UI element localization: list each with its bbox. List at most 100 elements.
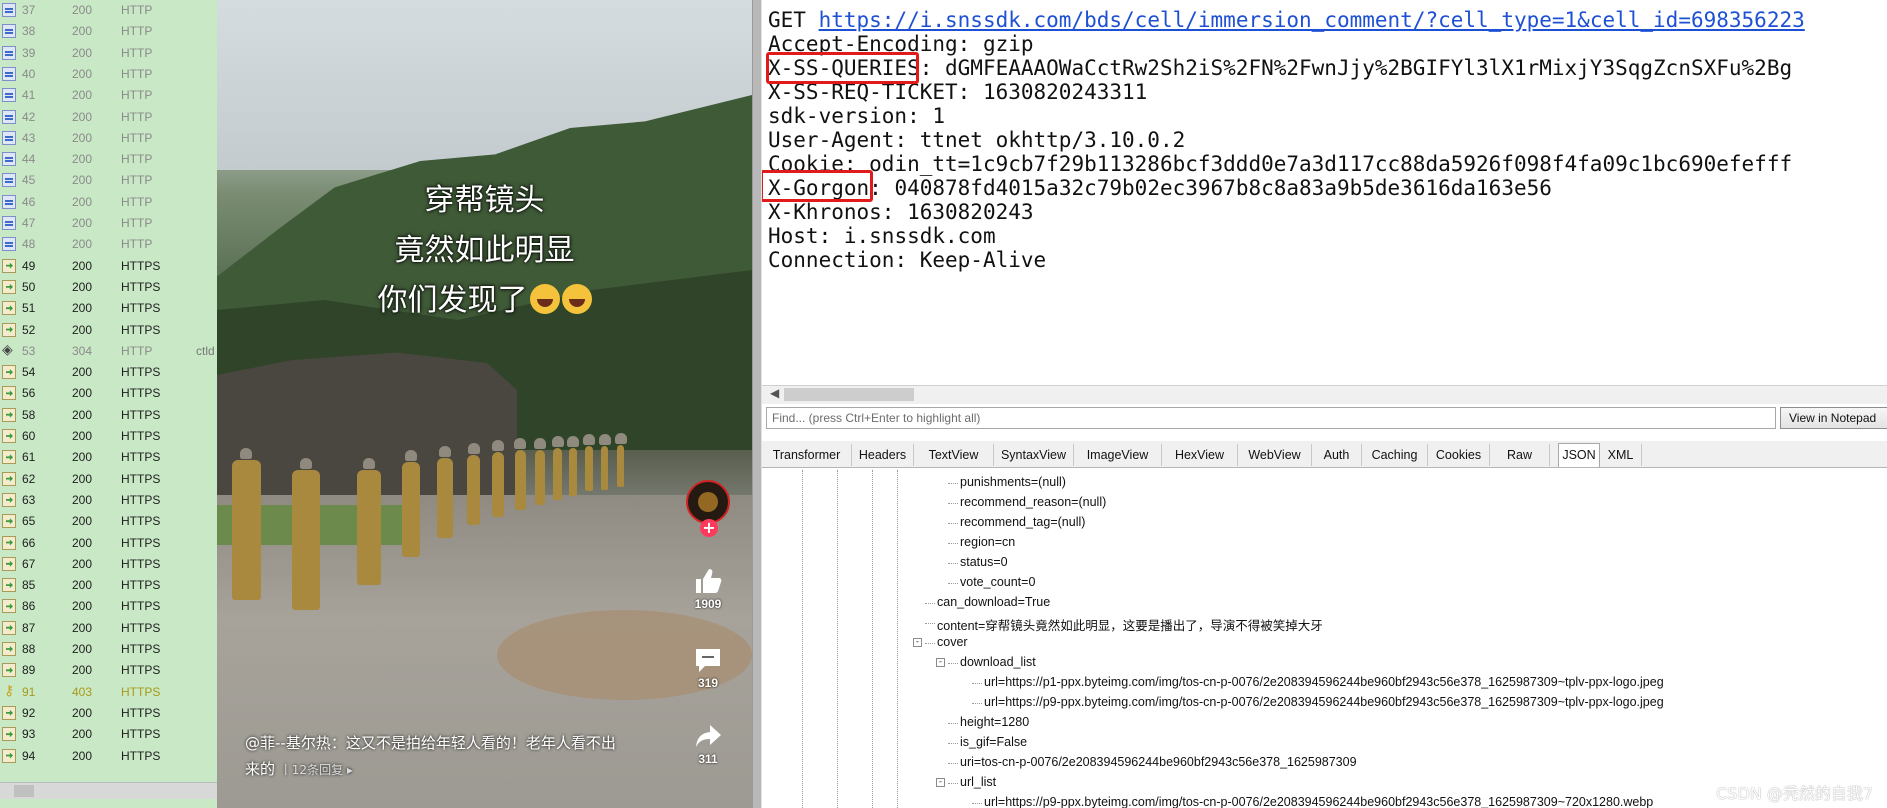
session-row[interactable]: 54 200 HTTPS (0, 362, 217, 383)
session-row[interactable]: 43 200 HTTP (0, 128, 217, 149)
tab-syntaxview[interactable]: SyntaxView (994, 444, 1074, 466)
header-value: 040878fd4015a32c79b02ec3967b8c8a83a9b5de… (894, 176, 1552, 200)
session-row[interactable]: 45 200 HTTP (0, 170, 217, 191)
tab-transformer[interactable]: Transformer (762, 444, 852, 466)
tab-xml[interactable]: XML (1600, 444, 1642, 466)
find-input[interactable]: Find... (press Ctrl+Enter to highlight a… (766, 407, 1776, 429)
panel-splitter[interactable] (752, 0, 762, 808)
json-tree-node[interactable]: download_list (960, 655, 1036, 669)
session-row[interactable]: 94 200 HTTPS (0, 746, 217, 767)
soldier-figure (533, 438, 546, 505)
session-list-scrollbar[interactable] (0, 782, 217, 799)
session-row[interactable]: 61 200 HTTPS (0, 447, 217, 468)
json-tree-node[interactable]: cover (937, 635, 968, 649)
tab-json[interactable]: JSON (1558, 443, 1600, 467)
session-number: 47 (22, 216, 36, 230)
session-row[interactable]: 65 200 HTTPS (0, 511, 217, 532)
session-number: 65 (22, 514, 36, 529)
tab-cookies[interactable]: Cookies (1428, 444, 1490, 466)
session-row[interactable]: 42 200 HTTP (0, 107, 217, 128)
json-tree-node[interactable]: url=https://p9-ppx.byteimg.com/img/tos-c… (984, 795, 1653, 808)
follow-button[interactable]: + (700, 519, 718, 537)
json-tree-node[interactable]: content=穿帮镜头竟然如此明显，这要是播出了，导演不得被笑掉大牙 (937, 615, 1323, 634)
status-code: 200 (72, 599, 93, 614)
request-url-link[interactable]: https://i.snssdk.com/bds/cell/immersion_… (819, 8, 1805, 32)
status-code: 200 (72, 258, 93, 273)
comment-button[interactable]: 319 (678, 646, 738, 690)
json-tree-node[interactable]: is_gif=False (960, 735, 1027, 749)
tab-headers[interactable]: Headers (852, 444, 914, 466)
collapse-toggle-icon[interactable]: - (913, 638, 922, 647)
session-row[interactable]: 40 200 HTTP (0, 64, 217, 85)
session-row[interactable]: 41 200 HTTP (0, 85, 217, 106)
session-number: 93 (22, 727, 36, 742)
json-tree-node[interactable]: punishments=(null) (960, 475, 1066, 489)
session-row[interactable]: 93 200 HTTPS (0, 724, 217, 745)
json-tree-view[interactable]: punishments=(null) recommend_reason=(null… (762, 470, 1887, 808)
tab-raw[interactable]: Raw (1490, 444, 1550, 466)
tab-hexview[interactable]: HexView (1162, 444, 1238, 466)
session-row[interactable]: 88 200 HTTPS (0, 639, 217, 660)
share-button[interactable]: 311 (678, 722, 738, 766)
protocol: HTTPS (121, 535, 161, 550)
json-tree-node[interactable]: url_list (960, 775, 996, 789)
session-row[interactable]: 47 200 HTTP (0, 213, 217, 234)
session-row[interactable]: 56 200 HTTPS (0, 383, 217, 404)
session-row[interactable]: 46 200 HTTP (0, 192, 217, 213)
tree-guide-line (925, 603, 935, 604)
session-row[interactable]: 62 200 HTTPS (0, 469, 217, 490)
session-row[interactable]: 53 304 HTTP ctld (0, 341, 217, 362)
json-tree-node[interactable]: region=cn (960, 535, 1015, 549)
tab-auth[interactable]: Auth (1312, 444, 1362, 466)
tab-webview[interactable]: WebView (1238, 444, 1312, 466)
scrollbar-thumb[interactable] (784, 388, 914, 401)
session-row[interactable]: 39 200 HTTP (0, 43, 217, 64)
json-tree-node[interactable]: uri=tos-cn-p-0076/2e208394596244be960bf2… (960, 755, 1357, 769)
session-row[interactable]: 37 200 HTTP (0, 0, 217, 21)
session-row[interactable]: 85 200 HTTPS (0, 575, 217, 596)
json-tree-node[interactable]: vote_count=0 (960, 575, 1035, 589)
top-comment-continued[interactable]: 来的 丨12条回复 ▸ (245, 758, 353, 779)
header-separator: : (894, 248, 920, 272)
session-list[interactable]: 37 200 HTTP 38 200 HTTP 39 200 HTTP 40 200 HTTP 41 20… (0, 0, 217, 808)
tab-imageview[interactable]: ImageView (1074, 444, 1162, 466)
session-row[interactable]: 67 200 HTTPS (0, 554, 217, 575)
request-horizontal-scrollbar[interactable]: ◀ (762, 385, 1887, 404)
comment-replies-link[interactable]: 丨12条回复 ▸ (280, 763, 353, 777)
session-row[interactable]: 52 200 HTTPS (0, 320, 217, 341)
tab-textview[interactable]: TextView (914, 444, 994, 466)
session-row[interactable]: 38 200 HTTP (0, 21, 217, 42)
session-row[interactable]: 87 200 HTTPS (0, 618, 217, 639)
session-row[interactable]: 92 200 HTTPS (0, 703, 217, 724)
json-tree-node[interactable]: recommend_tag=(null) (960, 515, 1085, 529)
json-tree-node[interactable]: url=https://p1-ppx.byteimg.com/img/tos-c… (984, 675, 1664, 689)
session-row[interactable]: 48 200 HTTP (0, 234, 217, 255)
session-row[interactable]: 89 200 HTTPS (0, 660, 217, 681)
scroll-left-icon[interactable]: ◀ (770, 386, 779, 400)
session-row[interactable]: 60 200 HTTPS (0, 426, 217, 447)
tree-guide-line (948, 483, 958, 484)
json-tree-node[interactable]: height=1280 (960, 715, 1029, 729)
view-in-notepad-button[interactable]: View in Notepad (1780, 407, 1887, 429)
request-headers-view[interactable]: GET https://i.snssdk.com/bds/cell/immers… (762, 0, 1887, 385)
session-row[interactable]: 63 200 HTTPS (0, 490, 217, 511)
json-tree-node[interactable]: can_download=True (937, 595, 1050, 609)
collapse-toggle-icon[interactable]: - (936, 658, 945, 667)
session-row[interactable]: 91 403 HTTPS (0, 682, 217, 703)
collapse-toggle-icon[interactable]: - (936, 778, 945, 787)
session-row[interactable]: 49 200 HTTPS (0, 256, 217, 277)
session-row[interactable]: 51 200 HTTPS (0, 298, 217, 319)
json-tree-node[interactable]: url=https://p9-ppx.byteimg.com/img/tos-c… (984, 695, 1664, 709)
scrollbar-thumb[interactable] (14, 785, 34, 797)
status-code: 200 (72, 429, 93, 443)
tab-caching[interactable]: Caching (1362, 444, 1428, 466)
session-row[interactable]: 50 200 HTTPS (0, 277, 217, 298)
like-button[interactable]: 1909 (678, 567, 738, 611)
header-separator: : (818, 224, 844, 248)
session-row[interactable]: 86 200 HTTPS (0, 596, 217, 617)
session-row[interactable]: 44 200 HTTP (0, 149, 217, 170)
json-tree-node[interactable]: recommend_reason=(null) (960, 495, 1106, 509)
session-row[interactable]: 58 200 HTTPS (0, 405, 217, 426)
session-row[interactable]: 66 200 HTTPS (0, 533, 217, 554)
json-tree-node[interactable]: status=0 (960, 555, 1008, 569)
